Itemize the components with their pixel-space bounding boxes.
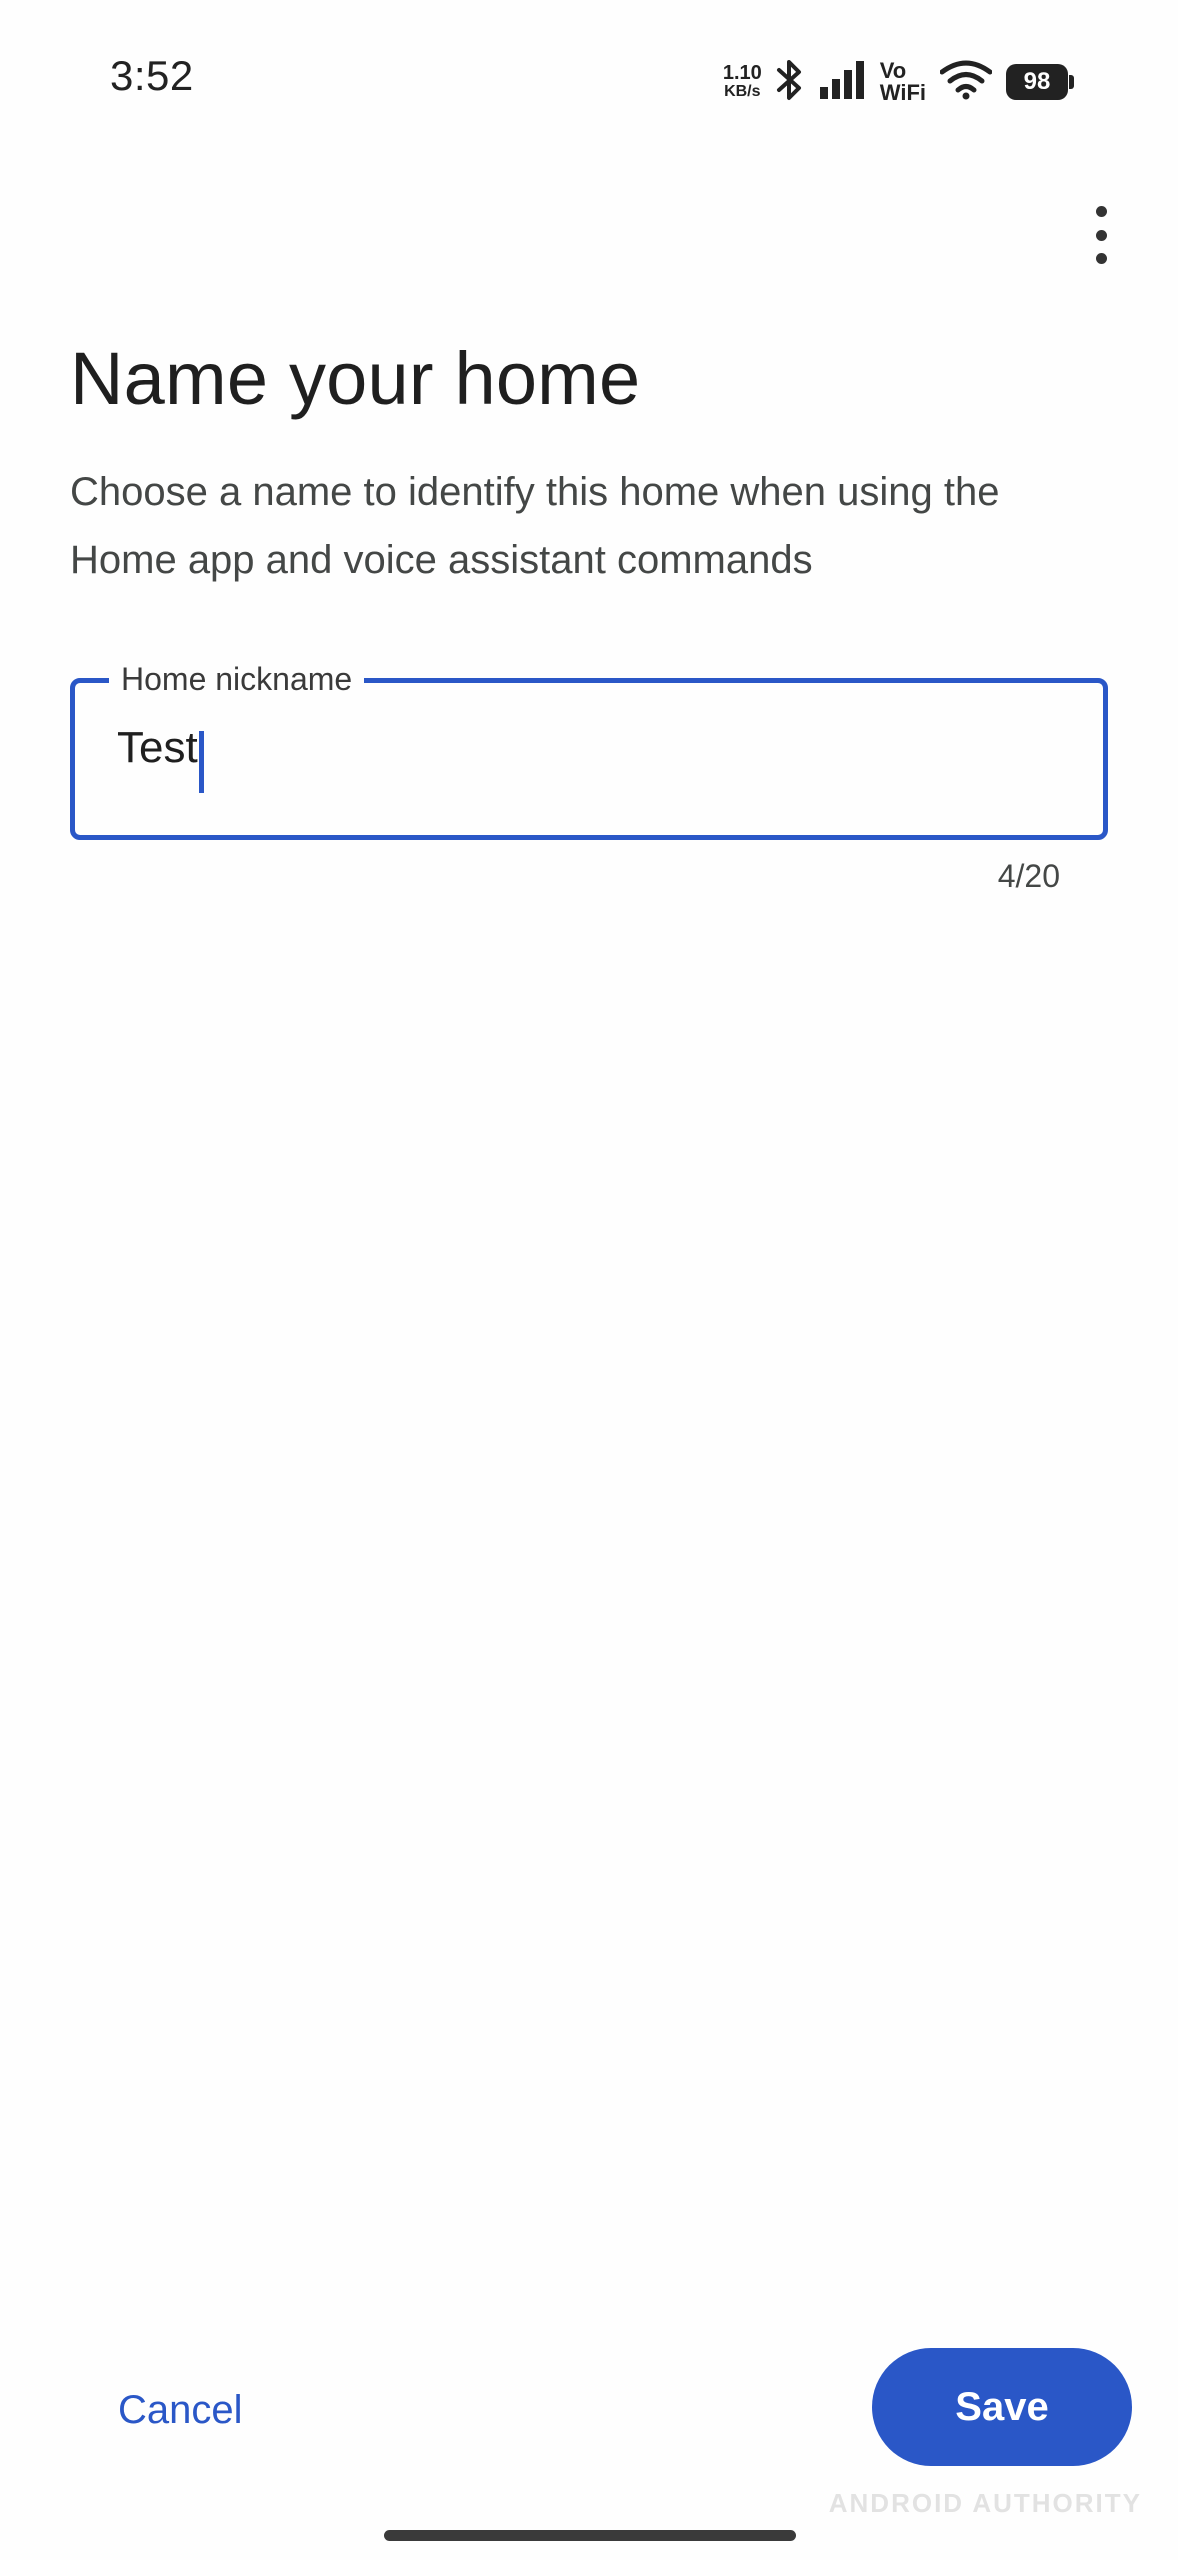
wifi-icon bbox=[939, 60, 993, 105]
character-counter: 4/20 bbox=[997, 858, 1060, 894]
network-speed-unit: KB/s bbox=[724, 83, 761, 100]
home-nickname-label: Home nickname bbox=[109, 659, 365, 699]
menu-dot bbox=[1095, 229, 1107, 241]
vowifi-bottom: WiFi bbox=[879, 80, 926, 105]
network-speed-value: 1.10 bbox=[722, 62, 762, 84]
battery-indicator: 98 bbox=[1006, 64, 1074, 100]
page-description: Choose a name to identify this home when… bbox=[70, 470, 1000, 582]
signal-icon bbox=[818, 59, 866, 106]
status-bar: 3:52 1.10 KB/s Vo WiFi 98 bbox=[0, 0, 1178, 160]
text-cursor bbox=[199, 731, 204, 793]
status-time: 3:52 bbox=[110, 52, 194, 99]
menu-dot bbox=[1095, 206, 1107, 217]
watermark: ANDROID AUTHORITY bbox=[828, 2488, 1142, 2518]
vowifi-indicator: Vo WiFi bbox=[880, 60, 926, 104]
status-icons: 1.10 KB/s Vo WiFi 98 bbox=[723, 52, 1074, 112]
bluetooth-icon bbox=[776, 58, 804, 107]
home-nickname-field[interactable]: Home nickname bbox=[70, 659, 1108, 840]
more-vert-icon[interactable] bbox=[1076, 200, 1126, 270]
menu-dot bbox=[1095, 253, 1107, 264]
network-speed: 1.10 KB/s bbox=[723, 63, 762, 101]
vowifi-top: Vo bbox=[879, 58, 907, 83]
cancel-button[interactable]: Cancel bbox=[98, 2370, 263, 2450]
gesture-navigation-bar[interactable] bbox=[384, 2530, 796, 2541]
page-title: Name your home bbox=[70, 337, 641, 420]
home-nickname-input[interactable] bbox=[117, 723, 1017, 773]
save-button[interactable]: Save bbox=[872, 2348, 1132, 2466]
